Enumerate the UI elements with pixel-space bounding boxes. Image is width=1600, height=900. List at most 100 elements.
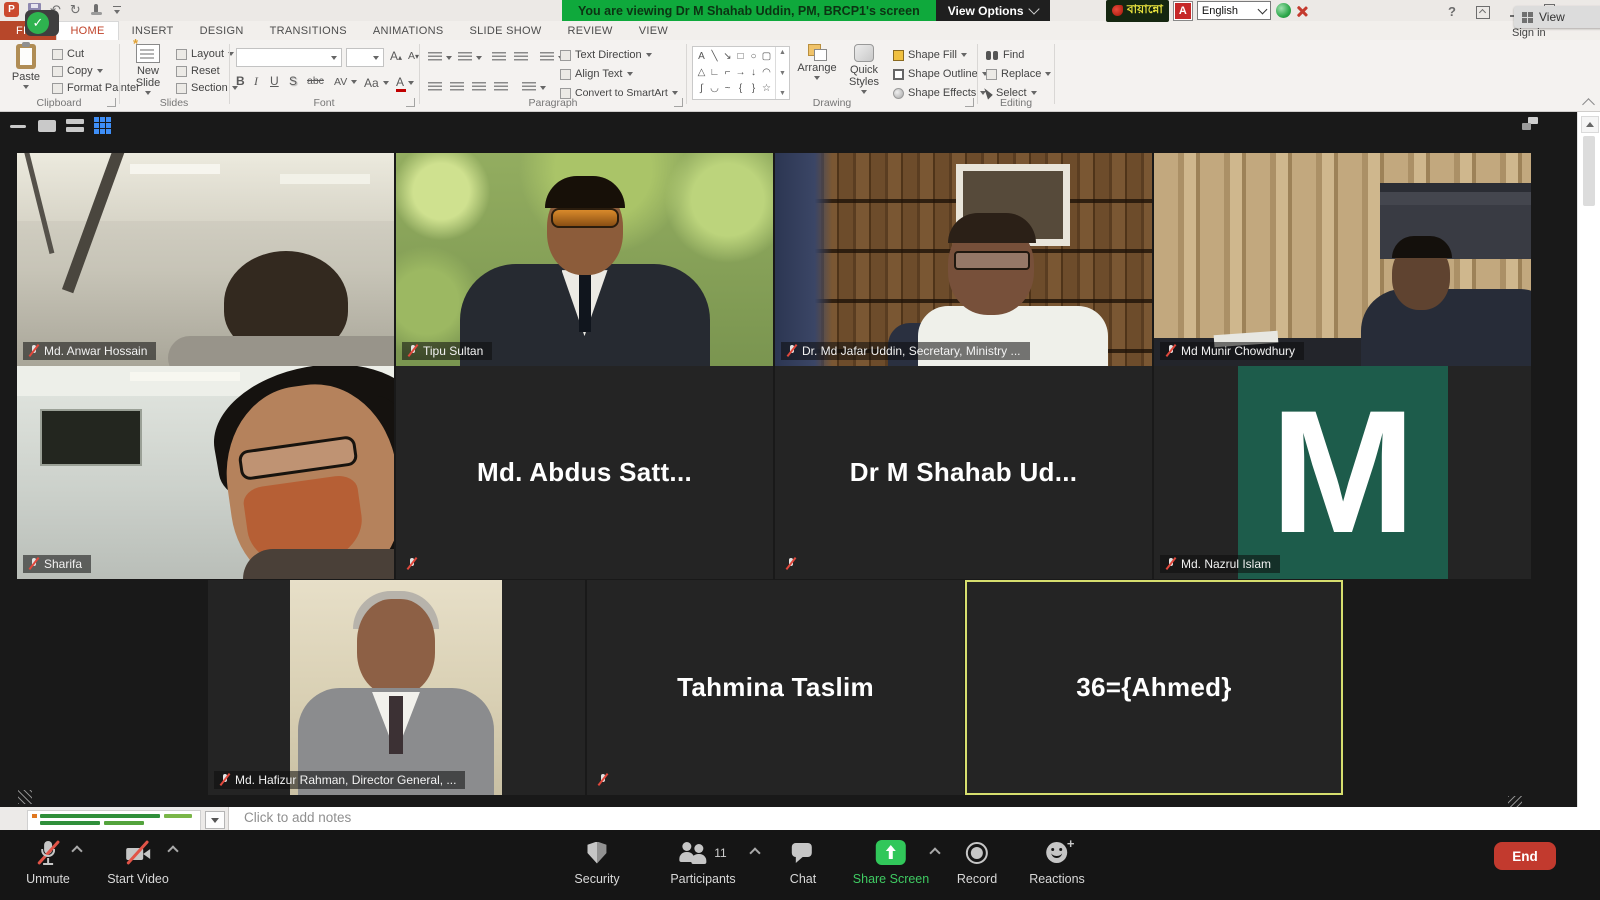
tab-design[interactable]: DESIGN [187, 21, 257, 40]
shape-down-arrow-icon[interactable]: ↓ [751, 67, 756, 78]
layout-toggle-icon[interactable] [1522, 117, 1538, 130]
slides-scroll-down-button[interactable] [205, 811, 225, 829]
copy-button[interactable]: Copy [52, 65, 103, 77]
font-name-select[interactable] [236, 48, 342, 67]
shape-arc-icon[interactable]: ◡ [710, 83, 719, 94]
shape-elbow-arrow-icon[interactable]: ⌐ [725, 67, 731, 78]
shapes-gallery-scroll[interactable]: ▲▼▼ [775, 47, 789, 99]
unmute-button[interactable]: Unmute [26, 839, 70, 886]
strikethrough-button[interactable]: abc [307, 75, 324, 87]
gallery-view-icon[interactable] [94, 117, 99, 122]
ribbon-display-options-icon[interactable] [1476, 6, 1490, 19]
increase-font-icon[interactable]: A▴ [390, 49, 402, 63]
record-button[interactable]: Record [957, 839, 997, 886]
resize-handle[interactable] [1508, 796, 1522, 807]
shape-rectangle-icon[interactable]: □ [737, 51, 743, 62]
italic-button[interactable]: I [254, 74, 258, 89]
participant-tile-munir[interactable]: Md Munir Chowdhury [1154, 153, 1531, 366]
language-select[interactable]: English [1197, 1, 1271, 20]
shape-right-brace-icon[interactable]: } [752, 83, 755, 94]
tab-slideshow[interactable]: SLIDE SHOW [456, 21, 554, 40]
participant-tile-tipu[interactable]: Tipu Sultan [396, 153, 773, 366]
participant-tile-ahmed-active-speaker[interactable]: 36={Ahmed} [965, 580, 1343, 795]
arrange-button[interactable]: Arrange [795, 44, 839, 80]
security-button[interactable]: Security [574, 839, 619, 886]
justify-button[interactable] [494, 82, 508, 93]
align-left-button[interactable] [428, 82, 442, 93]
resize-handle[interactable] [18, 790, 32, 804]
end-meeting-button[interactable]: End [1494, 842, 1556, 870]
shape-textbox-icon[interactable]: A [698, 51, 705, 62]
chat-button[interactable]: Chat [790, 839, 816, 886]
slide-thumbnail[interactable] [27, 810, 201, 831]
sign-in-link[interactable]: Sign in [1512, 27, 1546, 39]
scrollbar-thumb[interactable] [1583, 136, 1595, 206]
convert-smartart-button[interactable]: Convert to SmartArt [560, 87, 678, 99]
shape-elbow-icon[interactable]: ∟ [710, 67, 720, 78]
text-direction-button[interactable]: Text Direction [560, 49, 652, 61]
character-spacing-button[interactable]: AV [334, 76, 357, 88]
participants-options-chevron[interactable] [750, 847, 759, 856]
video-options-chevron[interactable] [168, 845, 177, 854]
shape-left-brace-icon[interactable]: { [739, 83, 742, 94]
participant-tile-tahmina[interactable]: Tahmina Taslim [587, 580, 964, 795]
shape-rounded-rect-icon[interactable]: ▢ [762, 51, 771, 62]
columns-button[interactable] [522, 82, 546, 93]
participant-tile-shahab[interactable]: Dr M Shahab Ud... [775, 366, 1152, 579]
shape-outline-button[interactable]: Shape Outline [893, 68, 988, 80]
replace-button[interactable]: Replace [986, 68, 1051, 80]
align-text-button[interactable]: Align Text [560, 68, 633, 80]
participant-tile-sharifa[interactable]: Sharifa [17, 366, 394, 579]
shape-oval-icon[interactable]: ○ [750, 51, 756, 62]
globe-icon[interactable] [1276, 3, 1291, 18]
participant-tile-hafizur[interactable]: Md. Hafizur Rahman, Director General, ..… [208, 580, 585, 795]
increase-indent-button[interactable] [514, 52, 528, 63]
align-right-button[interactable] [472, 82, 486, 93]
shape-scribble-icon[interactable]: ∫ [700, 83, 703, 94]
start-video-button[interactable]: Start Video [107, 839, 169, 886]
decrease-indent-button[interactable] [492, 52, 506, 63]
drawing-dialog-launcher[interactable] [965, 98, 974, 107]
avro-keyboard-icon[interactable] [1174, 2, 1192, 20]
participant-tile-anwar[interactable]: Md. Anwar Hossain [17, 153, 394, 366]
zoom-view-button[interactable]: View [1514, 6, 1600, 28]
numbering-button[interactable] [458, 52, 482, 63]
text-shadow-button[interactable]: S [289, 74, 297, 88]
reactions-button[interactable]: Reactions [1029, 839, 1085, 886]
view-options-button[interactable]: View Options [936, 0, 1050, 21]
shape-arrow-line-icon[interactable]: ↘ [723, 51, 731, 62]
touch-mode-icon[interactable] [90, 3, 103, 16]
share-options-chevron[interactable] [930, 847, 939, 856]
cut-button[interactable]: Cut [52, 48, 84, 60]
bullets-button[interactable] [428, 52, 452, 63]
change-case-button[interactable]: Aa [364, 76, 389, 90]
tab-review[interactable]: REVIEW [555, 21, 626, 40]
shape-fill-button[interactable]: Shape Fill [893, 49, 967, 61]
collapse-ribbon-icon[interactable] [1582, 98, 1595, 111]
tab-view[interactable]: VIEW [626, 21, 681, 40]
tab-animations[interactable]: ANIMATIONS [360, 21, 457, 40]
redo-icon[interactable] [70, 3, 81, 16]
font-size-select[interactable] [346, 48, 384, 67]
tab-home[interactable]: HOME [56, 21, 118, 40]
shape-chord-icon[interactable]: ◠ [762, 67, 771, 78]
shape-triangle-icon[interactable]: △ [698, 67, 706, 78]
strip-view-icon[interactable] [66, 119, 84, 133]
close-avro-icon[interactable] [1296, 5, 1308, 17]
help-icon[interactable] [1448, 3, 1456, 21]
underline-button[interactable]: U [270, 74, 279, 88]
tab-transitions[interactable]: TRANSITIONS [257, 21, 360, 40]
notes-area[interactable]: Click to add notes [244, 810, 351, 825]
shape-line-icon[interactable]: ╲ [711, 51, 717, 62]
decrease-font-icon[interactable]: A▾ [408, 50, 419, 62]
qat-customize-icon[interactable] [112, 4, 122, 16]
paste-button[interactable]: Paste [6, 44, 46, 89]
shape-star-icon[interactable]: ☆ [762, 83, 771, 94]
participant-tile-abdus[interactable]: Md. Abdus Satt... [396, 366, 773, 579]
find-button[interactable]: Find [986, 49, 1024, 61]
tab-insert[interactable]: INSERT [119, 21, 187, 40]
speaker-view-icon[interactable] [38, 120, 56, 132]
layout-button[interactable]: Layout [176, 48, 234, 60]
participant-tile-jafar[interactable]: Dr. Md Jafar Uddin, Secretary, Ministry … [775, 153, 1152, 366]
minimize-gallery-icon[interactable] [10, 125, 26, 128]
